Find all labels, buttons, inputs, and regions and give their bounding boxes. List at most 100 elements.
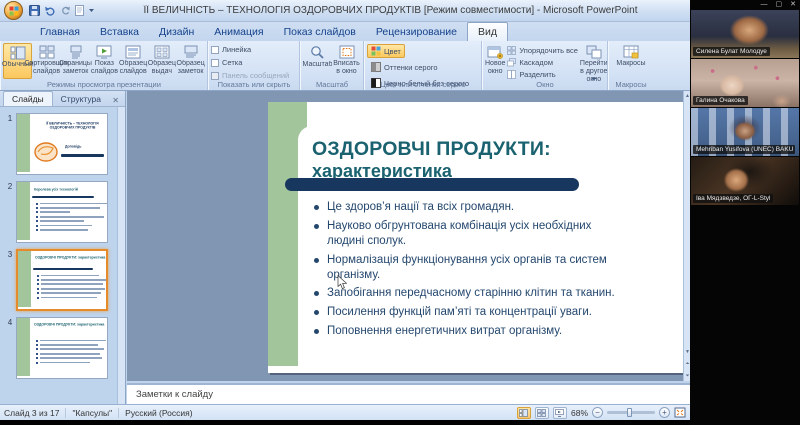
zoom-button[interactable]: Масштаб — [303, 43, 332, 78]
group-show-hide: Линейка Сетка Панель сообщений Показать … — [208, 41, 300, 90]
close-icon[interactable]: ✕ — [790, 1, 796, 9]
grayscale-button[interactable]: Оттенки серого — [367, 60, 442, 74]
slide-title[interactable]: ОЗДОРОВЧІ ПРОДУКТИ: характеристика — [298, 126, 684, 182]
slide-thumbnail-1[interactable]: 1 ЇЇ ВЕЛИЧНІСТЬ – ТЕХНОЛОГІЯ ОЗДОРОВЧИХ … — [4, 113, 123, 175]
button-label: Страницы заметок — [59, 60, 92, 75]
separator — [65, 407, 67, 418]
thumb-green-band — [17, 318, 30, 376]
macros-icon — [623, 45, 639, 59]
thumb-text-lines — [32, 337, 106, 364]
button-label: Новое окно — [485, 60, 506, 75]
slide-thumbnail-3-selected[interactable]: 3 ОЗДОРОВЧІ ПРОДУКТИ: характеристика — [4, 249, 123, 311]
split-icon — [507, 69, 517, 79]
participant-video-3[interactable]: Mehriban Yusifova (UNEC) BAKU — [691, 108, 799, 156]
tab-vid[interactable]: Вид — [466, 22, 508, 41]
tab-vstavka[interactable]: Вставка — [90, 23, 149, 41]
tab-recenzirovanie[interactable]: Рецензирование — [366, 23, 467, 41]
normal-view-icon — [10, 46, 25, 60]
slide-sorter-button[interactable]: Сортировщик слайдов — [24, 43, 69, 77]
switch-windows-button[interactable]: Перейти в другое окно — [580, 43, 608, 83]
undo-icon[interactable] — [44, 6, 56, 16]
slideshow-mini-button[interactable] — [552, 406, 567, 419]
ruler-checkbox[interactable]: Линейка — [211, 45, 251, 54]
thumb-drawing-icon — [34, 142, 58, 162]
office-button[interactable] — [4, 1, 23, 20]
pane-tab-strip: Слайды Структура ✕ — [0, 91, 125, 107]
tab-animaciya[interactable]: Анимация — [204, 23, 273, 41]
pane-scrollbar[interactable] — [117, 107, 125, 404]
notes-master-button[interactable]: Образец заметок — [176, 43, 205, 77]
minimize-icon[interactable]: — — [761, 1, 768, 9]
slide-editing-area: ОЗДОРОВЧІ ПРОДУКТИ: характеристика Це зд… — [127, 91, 684, 381]
new-window-button[interactable]: Новое окно — [485, 43, 505, 77]
slides-pane: Слайды Структура ✕ 1 ЇЇ ВЕЛИЧНІСТЬ – ТЕХ… — [0, 91, 126, 404]
participant-name: Силена Булат Молодуе — [693, 47, 770, 56]
tab-glavnaya[interactable]: Главная — [30, 23, 90, 41]
participant-video-2[interactable]: Галина Очакова — [691, 59, 799, 107]
participant-video-1[interactable]: Силена Булат Молодуе — [691, 10, 799, 58]
slide-title-line1: ОЗДОРОВЧІ ПРОДУКТИ: — [312, 138, 551, 160]
ribbon: Обычный Сортировщик слайдов Страницы зам… — [0, 41, 690, 91]
thumb-title: ОЗДОРОВЧІ ПРОДУКТИ: характеристика — [34, 323, 105, 327]
powerpoint-window: ЇЇ ВЕЛИЧНІСТЬ – ТЕХНОЛОГІЯ ОЗДОРОВЧИХ ПР… — [0, 0, 690, 420]
fit-to-window-button[interactable]: Вписать в окно — [332, 43, 361, 77]
color-button[interactable]: Цвет — [367, 44, 405, 58]
tab-outline[interactable]: Структура — [53, 92, 109, 106]
thumb-green-band — [17, 114, 30, 172]
zoom-level[interactable]: 68% — [571, 408, 588, 418]
slide-master-button[interactable]: Образец слайдов — [119, 43, 148, 77]
maximize-icon[interactable]: ▢ — [776, 1, 783, 9]
normal-view-mini-button[interactable] — [516, 406, 531, 419]
thumbnail-canvas: ОЗДОРОВЧІ ПРОДУКТИ: характеристика — [16, 249, 108, 311]
group-color-grayscale: Цвет Оттенки серого Черно-белый без серо… — [364, 41, 482, 90]
tab-slides[interactable]: Слайды — [3, 91, 53, 106]
document-icon[interactable] — [75, 5, 84, 16]
thumb-title: Королева усіх технологій — [34, 188, 78, 192]
slide-area-scrollbar[interactable]: ▲ ▼ ⏶ ⏷ — [683, 91, 690, 381]
current-slide[interactable]: ОЗДОРОВЧІ ПРОДУКТИ: характеристика Це зд… — [268, 102, 684, 373]
group-presentation-views: Обычный Сортировщик слайдов Страницы зам… — [0, 41, 208, 90]
fit-slide-button[interactable] — [674, 407, 686, 418]
button-label: Вписать в окно — [333, 60, 360, 75]
handout-master-button[interactable]: Образец выдач — [148, 43, 177, 77]
slide-thumbnail-4[interactable]: 4 ОЗДОРОВЧІ ПРОДУКТИ: характеристика — [4, 317, 123, 379]
status-right-controls: 68% − + — [516, 406, 686, 419]
bullet-item: Запобігання передчасному старінню клітин… — [312, 286, 624, 301]
zoom-out-button[interactable]: − — [592, 407, 603, 418]
notes-pane[interactable]: Заметки к слайду — [127, 383, 690, 404]
slide-master-icon — [125, 45, 141, 59]
slide-sorter-mini-button[interactable] — [534, 406, 549, 419]
group-label: Показать или скрыть — [217, 80, 291, 89]
bullet-item: Посилення функцій пам’яті та концентраці… — [312, 305, 624, 320]
zoom-in-button[interactable]: + — [659, 407, 670, 418]
screen: ЇЇ ВЕЛИЧНІСТЬ – ТЕХНОЛОГІЯ ОЗДОРОВЧИХ ПР… — [0, 0, 800, 425]
theme-name: "Капсулы" — [72, 407, 113, 418]
slide-number: 4 — [7, 318, 13, 327]
cascade-button[interactable]: Каскадом — [507, 58, 578, 67]
qat-dropdown-caret-icon[interactable] — [88, 8, 95, 13]
zoom-slider-thumb[interactable] — [627, 408, 632, 417]
zoom-slider[interactable] — [607, 408, 655, 417]
office-logo-icon — [9, 6, 18, 15]
arrange-all-button[interactable]: Упорядочить все — [507, 46, 578, 55]
slideshow-button[interactable]: Показ слайдов — [90, 43, 119, 77]
tab-pokaz-slaidov[interactable]: Показ слайдов — [274, 23, 366, 41]
switch-windows-icon — [586, 45, 602, 59]
thumb-green-band — [18, 251, 31, 307]
macros-button[interactable]: Макросы — [611, 43, 651, 77]
button-label: Образец выдач — [147, 60, 176, 75]
save-icon[interactable] — [29, 5, 40, 16]
participant-video-4[interactable]: Іва Мядзведзе, ОГ-L-Styl — [691, 157, 799, 205]
bullet-item: Нормалізація функціонування усіх органів… — [312, 253, 624, 283]
grid-checkbox[interactable]: Сетка — [211, 58, 242, 67]
slide-indicator: Слайд 3 из 17 — [4, 407, 60, 418]
language-indicator[interactable]: Русский (Россия) — [125, 408, 192, 418]
checkbox-label: Линейка — [222, 45, 252, 54]
notes-page-button[interactable]: Страницы заметок — [59, 43, 92, 77]
close-pane-icon[interactable]: ✕ — [109, 95, 122, 106]
slide-thumbnail-2[interactable]: 2 Королева усіх технологій — [4, 181, 123, 243]
tab-dizain[interactable]: Дизайн — [149, 23, 204, 41]
redo-icon[interactable] — [60, 6, 71, 16]
slide-bullet-list[interactable]: Це здоров’я нації та всіх громадян. Наук… — [312, 200, 624, 342]
split-button[interactable]: Разделить — [507, 70, 578, 79]
